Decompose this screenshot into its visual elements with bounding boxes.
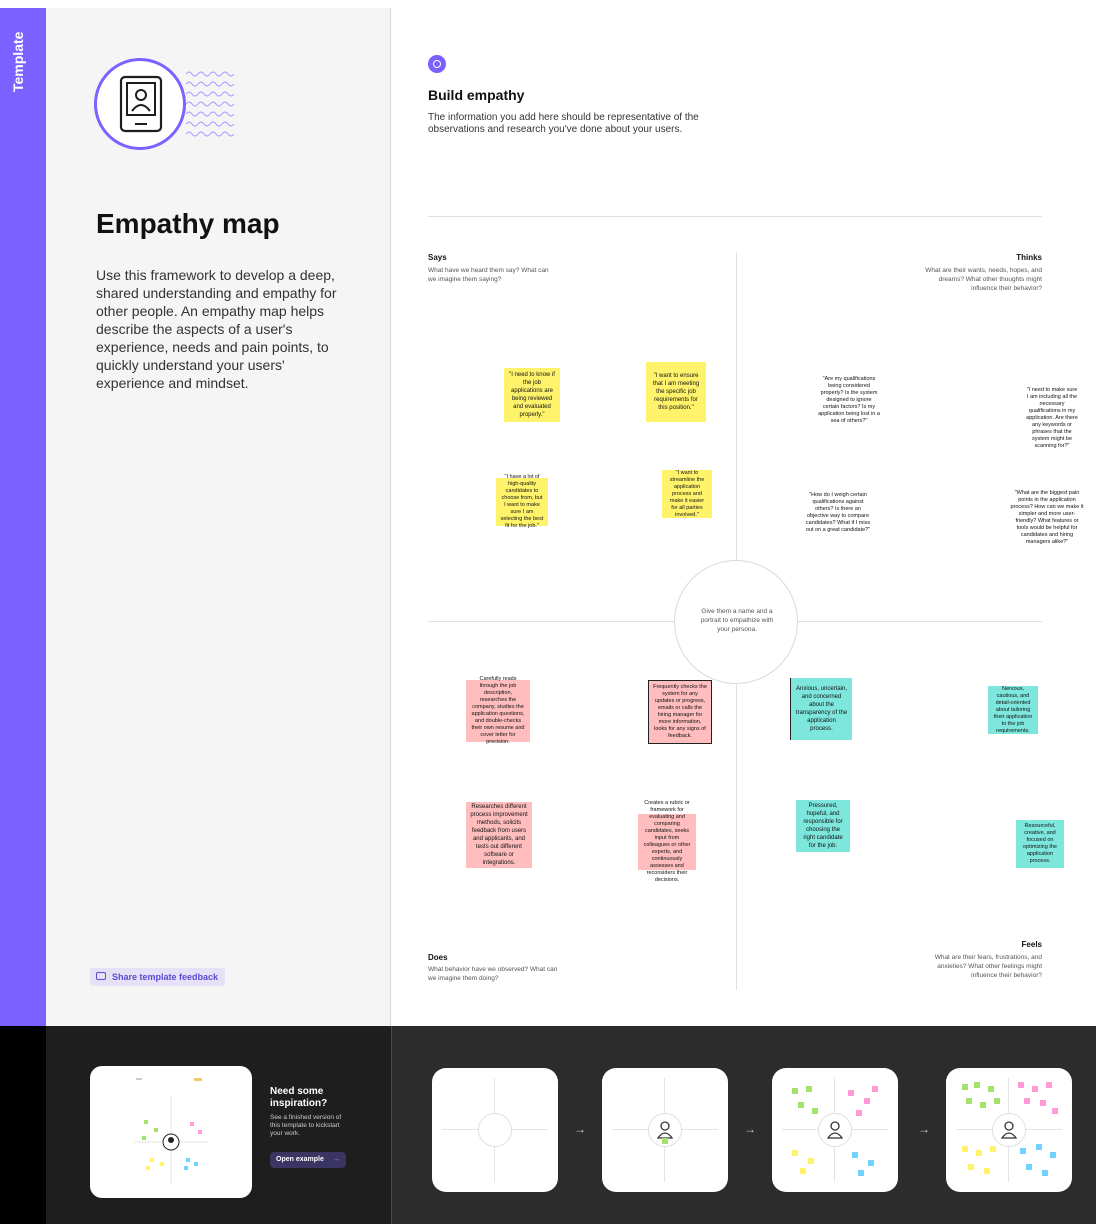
sticky-note[interactable]: Resourceful, creative, and focused on op… (1016, 820, 1064, 868)
step-add-stickies (772, 1068, 898, 1192)
says-title: Says (428, 253, 447, 262)
persona-illustration (94, 58, 186, 150)
empathy-canvas: Build empathy The information you add he… (392, 8, 1096, 1026)
example-thumbnail[interactable] (90, 1066, 252, 1198)
sticky-note[interactable]: Frequently checks the system for any upd… (648, 680, 712, 744)
thinks-subtitle: What are their wants, needs, hopes, and … (925, 267, 1042, 292)
sticky-note[interactable]: "I have a lot of high-quality candidates… (496, 474, 548, 529)
inspiration-panel: Need some inspiration? See a finished ve… (46, 1026, 391, 1224)
arrow-right-icon: → (918, 1122, 930, 1136)
inspiration-subtitle: See a finished version of this template … (270, 1114, 342, 1137)
feels-subtitle: What are their fears, frustrations, and … (934, 954, 1042, 979)
share-feedback-button[interactable]: Share template feedback (90, 968, 226, 986)
feels-title: Feels (1021, 940, 1042, 949)
open-example-button[interactable]: Open example → (270, 1152, 346, 1168)
arrow-right-icon: → (744, 1122, 756, 1136)
step-empty-map (432, 1068, 558, 1192)
sticky-note[interactable]: Nervous, cautious, and detail-oriented a… (988, 686, 1038, 734)
portrait-icon (119, 75, 163, 133)
template-label: Template (10, 31, 26, 92)
inspiration-title: Need some inspiration? (270, 1086, 328, 1109)
persona-circle-text: Give them a name and a portrait to empat… (700, 608, 774, 633)
sticky-note[interactable]: "How do I weigh certain qualifications a… (800, 490, 876, 536)
page-description: Use this framework to develop a deep, sh… (96, 267, 337, 391)
open-example-label: Open example (276, 1156, 324, 1163)
does-subtitle: What behavior have we observed? What can… (428, 966, 558, 982)
share-feedback-label: Share template feedback (112, 972, 219, 982)
arrow-right-icon: → (574, 1122, 586, 1136)
sticky-note[interactable]: "I need to make sure I am including all … (1022, 386, 1082, 450)
person-icon (657, 1121, 673, 1139)
sticky-note[interactable]: "I want to ensure that I am meeting the … (646, 362, 706, 422)
thinks-title: Thinks (1016, 253, 1042, 262)
page-title: Empathy map (96, 208, 280, 239)
says-subtitle: What have we heard them say? What can we… (428, 267, 549, 283)
person-icon (1001, 1121, 1017, 1139)
info-panel: Empathy map Use this framework to develo… (46, 8, 391, 1026)
step-add-persona (602, 1068, 728, 1192)
example-preview (134, 1078, 208, 1184)
arrow-right-icon: → (333, 1156, 340, 1163)
person-icon (827, 1121, 843, 1139)
template-strip: Template (0, 8, 46, 1026)
steps-panel: → → → (392, 1026, 1096, 1224)
strip-bottom (0, 1026, 46, 1224)
sticky-note[interactable]: Pressured, hopeful, and responsible for … (796, 800, 850, 852)
sticky-note[interactable]: Researches different process improvement… (466, 802, 532, 868)
sticky-note[interactable]: "I want to streamline the application pr… (662, 470, 712, 518)
sticky-note[interactable]: "Are my qualifications being considered … (814, 370, 884, 430)
section-intro: The information you add here should be r… (428, 112, 699, 135)
persona-circle[interactable]: Give them a name and a portrait to empat… (674, 560, 798, 684)
sparkle-icon (428, 55, 446, 73)
waves-decoration (186, 71, 235, 137)
sticky-note[interactable]: Anxious, uncertain, and concerned about … (790, 678, 852, 740)
sticky-note[interactable]: "I need to know if the job applications … (504, 368, 560, 422)
does-title: Does (428, 953, 448, 962)
sticky-note[interactable]: Creates a rubric or framework for evalua… (638, 800, 696, 883)
step-full-map (946, 1068, 1072, 1192)
sticky-note[interactable]: "What are the biggest pain points in the… (1006, 486, 1088, 550)
section-divider (428, 216, 1042, 217)
comment-icon (96, 972, 106, 980)
sticky-note[interactable]: Carefully reads through the job descript… (466, 676, 530, 745)
section-heading: Build empathy (428, 87, 525, 103)
